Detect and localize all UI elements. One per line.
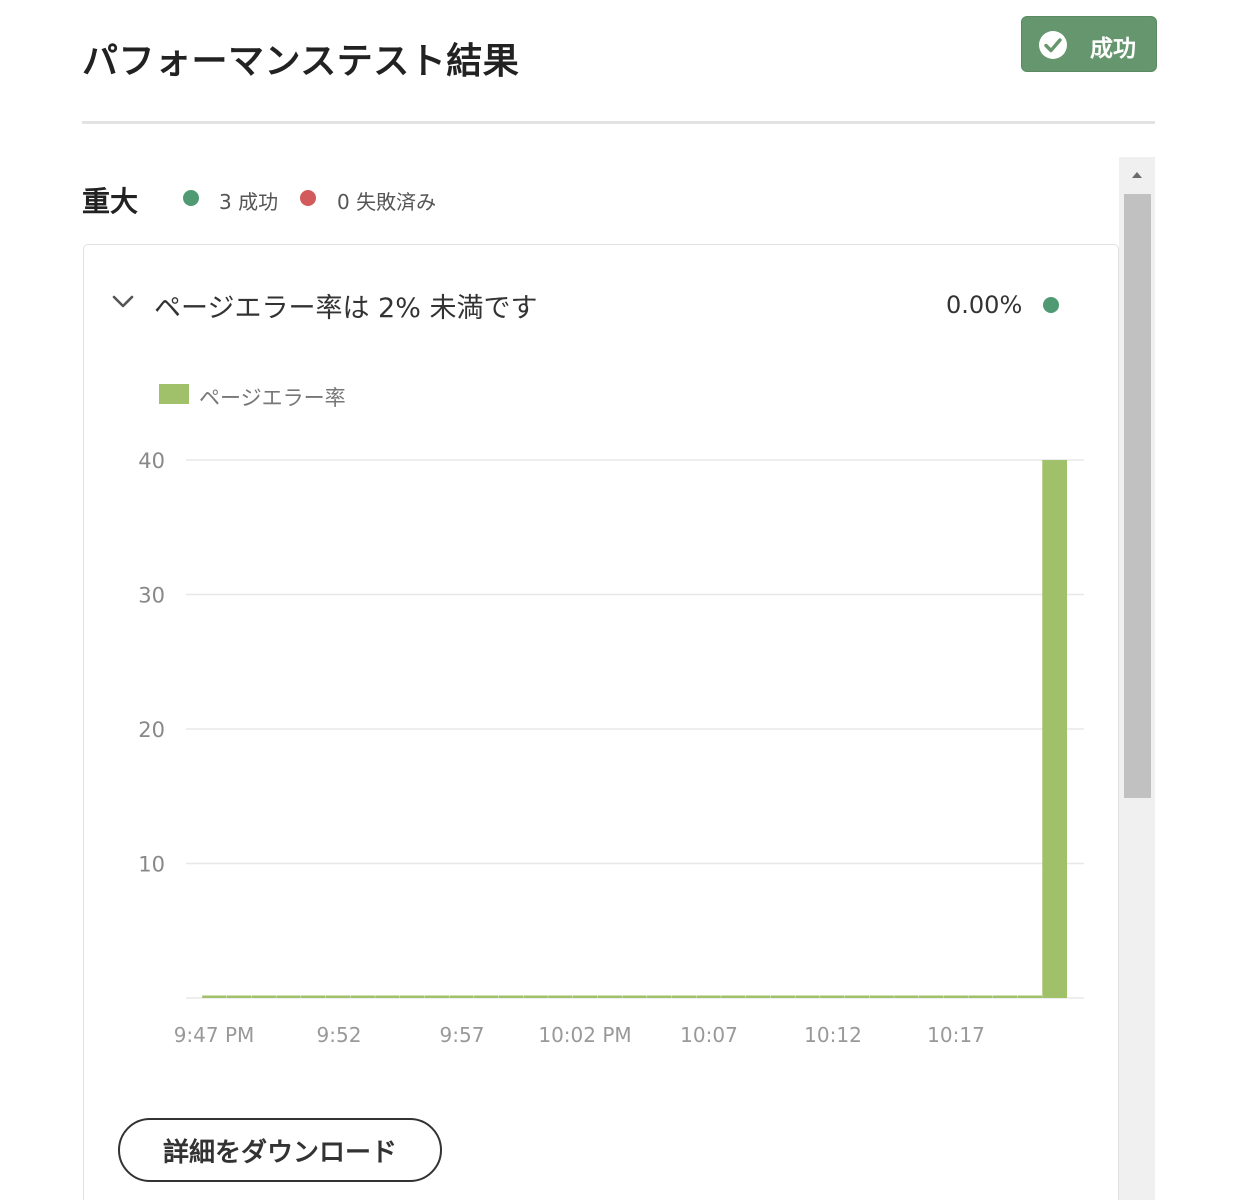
bar bbox=[375, 995, 400, 998]
bar bbox=[671, 995, 697, 998]
x-tick-label: 10:12 bbox=[804, 1023, 862, 1047]
bar bbox=[894, 995, 919, 998]
bar bbox=[449, 995, 474, 998]
x-tick-label: 10:02 PM bbox=[538, 1023, 631, 1047]
bar bbox=[647, 995, 672, 998]
bar bbox=[844, 995, 870, 998]
bar bbox=[399, 995, 425, 998]
bar bbox=[993, 995, 1018, 998]
bar bbox=[968, 995, 993, 998]
bar bbox=[820, 995, 845, 998]
download-details-button[interactable]: 詳細をダウンロード bbox=[118, 1118, 442, 1182]
bar bbox=[745, 995, 771, 998]
bar bbox=[622, 995, 647, 998]
y-tick-label: 40 bbox=[138, 449, 165, 473]
bar bbox=[523, 995, 548, 998]
bar bbox=[696, 995, 721, 998]
bar bbox=[202, 995, 227, 998]
bar bbox=[721, 995, 746, 998]
bar bbox=[325, 995, 351, 998]
x-tick-label: 10:17 bbox=[927, 1023, 985, 1047]
bar bbox=[943, 995, 968, 998]
bar bbox=[1042, 460, 1067, 998]
bar bbox=[498, 995, 524, 998]
bar bbox=[350, 995, 375, 998]
bar bbox=[424, 995, 449, 998]
bar bbox=[301, 995, 326, 998]
bar bbox=[548, 995, 573, 998]
x-tick-label: 9:57 bbox=[440, 1023, 485, 1047]
bar bbox=[226, 995, 252, 998]
bar bbox=[572, 995, 598, 998]
bar-chart: 10 20 30 40 9:47 PM 9:52 9:57 10:02 PM 10:07 10:1… bbox=[138, 449, 1084, 1047]
bar bbox=[795, 995, 820, 998]
bar bbox=[597, 995, 622, 998]
bar bbox=[251, 995, 276, 998]
bar bbox=[918, 995, 944, 998]
bar bbox=[770, 995, 795, 998]
bar bbox=[474, 995, 499, 998]
x-tick-label: 10:07 bbox=[680, 1023, 738, 1047]
y-tick-label: 20 bbox=[138, 718, 165, 742]
bar bbox=[1017, 995, 1043, 998]
y-tick-label: 10 bbox=[138, 853, 165, 877]
bar bbox=[869, 995, 894, 998]
bar bbox=[276, 995, 301, 998]
x-tick-label: 9:52 bbox=[317, 1023, 362, 1047]
x-tick-label: 9:47 PM bbox=[174, 1023, 255, 1047]
y-tick-label: 30 bbox=[138, 584, 165, 608]
